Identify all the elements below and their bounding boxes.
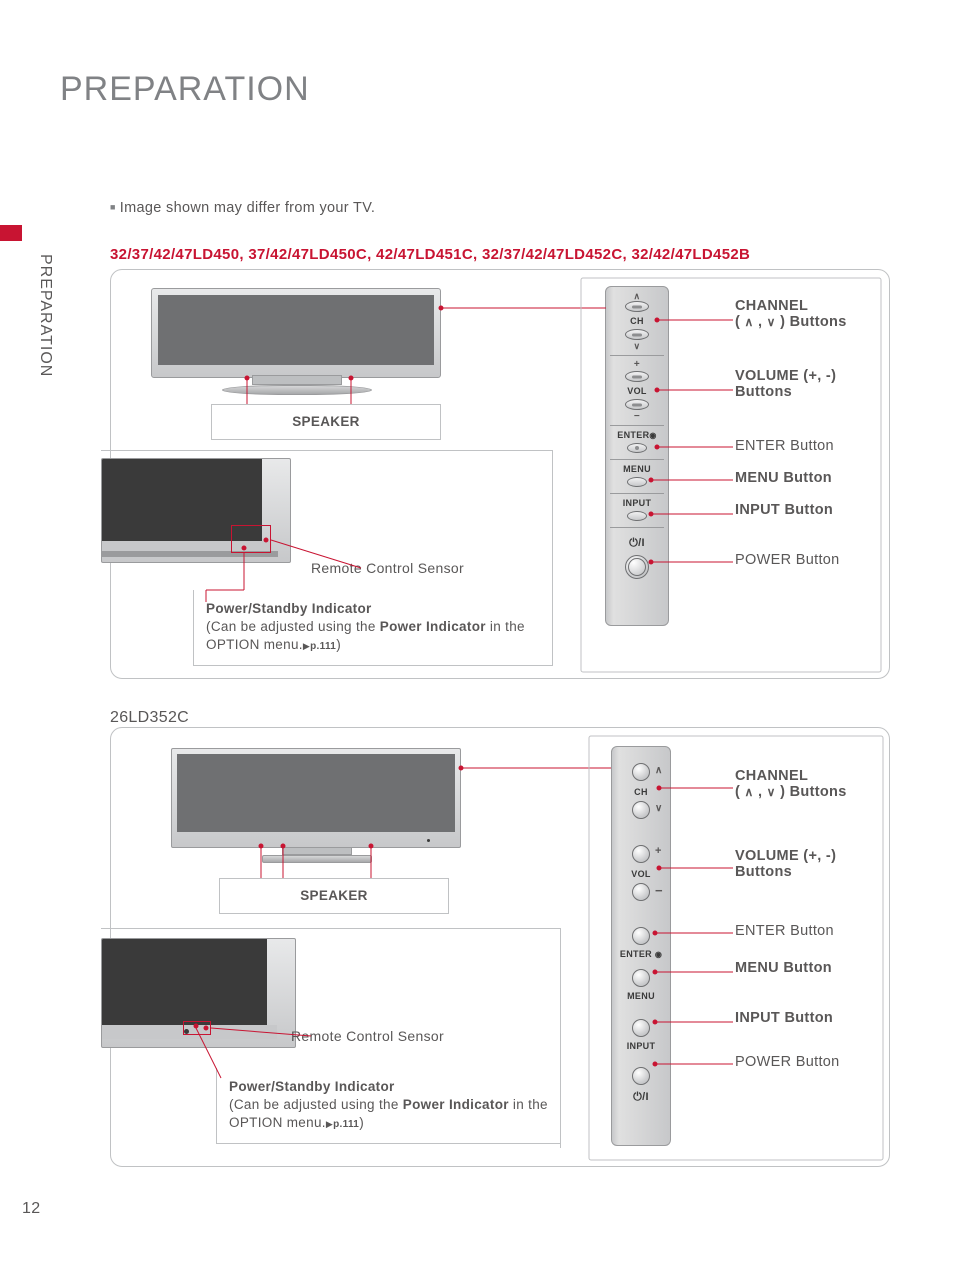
panel-enter-label-2: ENTER ◉ xyxy=(620,949,662,959)
speaker-label: SPEAKER xyxy=(292,413,360,431)
channel-up-button[interactable] xyxy=(625,301,649,312)
panel-ch-label-2: CH xyxy=(634,787,648,797)
panel-power-label: ⏻/I xyxy=(629,537,645,550)
menu-button-2[interactable] xyxy=(632,969,650,987)
power-standby-box-1: Power/Standby Indicator (Can be adjusted… xyxy=(193,590,553,666)
volume-down-button[interactable] xyxy=(625,399,649,410)
remote-sensor-label-1: Remote Control Sensor xyxy=(311,560,464,576)
panel-enter-label: ENTER◉ xyxy=(617,430,656,440)
power-button-2[interactable] xyxy=(632,1067,650,1085)
panel-power-label-2: ⏻/I xyxy=(633,1091,649,1104)
power-button[interactable] xyxy=(625,555,649,579)
enter-callout: ENTER Button xyxy=(735,438,834,454)
enter-button[interactable] xyxy=(627,443,647,453)
volume-up-button-2[interactable] xyxy=(632,845,650,863)
channel-down-button[interactable] xyxy=(625,329,649,340)
panel-menu-label: MENU xyxy=(623,464,651,474)
model-heading-1: 32/37/42/47LD450, 37/42/47LD450C, 42/47L… xyxy=(110,246,900,263)
panel-menu-label-2: MENU xyxy=(627,991,655,1001)
menu-callout-2: MENU Button xyxy=(735,960,832,976)
volume-up-button[interactable] xyxy=(625,371,649,382)
volume-callout-2: VOLUME (+, -) Buttons xyxy=(735,848,836,880)
menu-callout: MENU Button xyxy=(735,470,832,486)
content-area: Image shown may differ from your TV. 32/… xyxy=(110,200,900,1197)
speaker-label-box-1: SPEAKER xyxy=(211,404,441,440)
channel-callout: CHANNEL ( ∧ , ∨ ) Buttons xyxy=(735,298,847,330)
page-title: PREPARATION xyxy=(60,70,310,109)
input-button[interactable] xyxy=(627,511,647,521)
channel-callout-2: CHANNEL ( ∧ , ∨ ) Buttons xyxy=(735,768,847,800)
menu-button[interactable] xyxy=(627,477,647,487)
speaker-label-2: SPEAKER xyxy=(300,887,368,905)
volume-callout: VOLUME (+, -) Buttons xyxy=(735,368,836,400)
power-callout-2: POWER Button xyxy=(735,1054,840,1070)
note-line: Image shown may differ from your TV. xyxy=(110,200,900,216)
page-number: 12 xyxy=(22,1200,40,1218)
tv-top-illustration xyxy=(151,288,441,378)
psi-desc: (Can be adjusted using the Power Indicat… xyxy=(206,618,540,654)
psi-part1: (Can be adjusted using the xyxy=(206,619,380,634)
channel-up-button-2[interactable] xyxy=(632,763,650,781)
remote-sensor-label-2: Remote Control Sensor xyxy=(291,1028,444,1044)
psi-pref: p.111 xyxy=(310,641,336,652)
diagram-frame-2: SPEAKER Remote Control Sensor Power/Stan… xyxy=(110,727,890,1167)
psi-bold: Power Indicator xyxy=(380,619,486,634)
model-heading-2: 26LD352C xyxy=(110,709,900,727)
power-callout: POWER Button xyxy=(735,552,840,568)
diagram-frame-1: SPEAKER Remote Control Sensor Power/Stan… xyxy=(110,269,890,679)
input-callout-2: INPUT Button xyxy=(735,1010,833,1026)
sidebar-section-label: PREPARATION xyxy=(36,254,54,377)
zoom-highlight-1 xyxy=(231,525,271,553)
input-callout: INPUT Button xyxy=(735,502,833,518)
button-panel-2: ∧ CH ∨ + VOL − ENTER ◉ MENU INPUT ⏻/I xyxy=(611,746,671,1146)
psi-title: Power/Standby Indicator xyxy=(206,600,540,618)
speaker-label-box-2: SPEAKER xyxy=(219,878,449,914)
enter-callout-2: ENTER Button xyxy=(735,923,834,939)
power-standby-box-2: Power/Standby Indicator (Can be adjusted… xyxy=(216,1068,561,1144)
channel-down-button-2[interactable] xyxy=(632,801,650,819)
input-button-2[interactable] xyxy=(632,1019,650,1037)
panel-input-label-2: INPUT xyxy=(627,1041,656,1051)
accent-tab xyxy=(0,225,22,241)
volume-down-button-2[interactable] xyxy=(632,883,650,901)
psi-desc-2: (Can be adjusted using the Power Indicat… xyxy=(229,1096,548,1132)
button-panel-1: ∧ CH ∨ + VOL − ENTER◉ MENU INPUT xyxy=(605,286,669,626)
enter-button-2[interactable] xyxy=(632,927,650,945)
psi-title-2: Power/Standby Indicator xyxy=(229,1078,548,1096)
psi-close: ) xyxy=(336,637,341,652)
zoom-highlight-2 xyxy=(183,1021,211,1035)
panel-ch-label: CH xyxy=(630,316,644,326)
panel-input-label: INPUT xyxy=(623,498,652,508)
panel-vol-label: VOL xyxy=(627,386,646,396)
tv-top-illustration-2 xyxy=(171,748,461,848)
panel-vol-label-2: VOL xyxy=(631,869,650,879)
